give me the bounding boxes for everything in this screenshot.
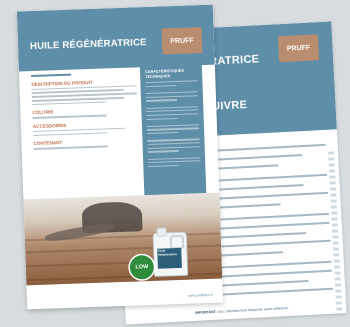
panel-line [145, 91, 198, 95]
floor-plank [23, 257, 223, 269]
bottle-label: Huile Régénératrice [157, 247, 182, 269]
text-line [210, 221, 330, 230]
bottle-cap [156, 227, 167, 237]
footer-text: Lisez attentivement l'étiquette avant ut… [216, 306, 289, 314]
text-line [208, 173, 328, 183]
panel-line [146, 117, 178, 120]
brand-logo: PRUFF [277, 34, 320, 63]
panel-line [147, 145, 200, 149]
panel-heading: CARACTÉRISTIQUES TECHNIQUES [144, 68, 185, 79]
panel-line [147, 150, 179, 153]
panel-line [146, 99, 178, 102]
panel-line [148, 164, 180, 168]
front-page[interactable]: HUILE RÉGÉNÉRATRICE PRUFF DESCRIPTION DU… [16, 4, 224, 310]
product-photo [23, 192, 223, 286]
panel-line [148, 160, 201, 164]
text-line [33, 132, 107, 137]
panel-line [145, 94, 198, 98]
text-line [32, 101, 106, 106]
panel-line [148, 156, 201, 160]
panel-line [146, 109, 199, 113]
brand-logo: PRUFF [161, 27, 203, 55]
section-title: CONTENANT [33, 140, 63, 147]
website-url[interactable]: www.pruffdeco.fr [188, 293, 213, 298]
text-line [212, 251, 284, 257]
panel-line [147, 138, 200, 142]
text-line [210, 212, 330, 222]
panel-line [147, 142, 200, 146]
section-title: COLORIS [32, 109, 54, 116]
text-line [208, 184, 304, 192]
text-line [33, 145, 108, 150]
text-line [32, 114, 107, 119]
text-line [206, 143, 326, 153]
panel-line [146, 124, 199, 128]
text-line [31, 96, 125, 102]
floor-plank [23, 271, 223, 283]
panel-line [146, 105, 199, 109]
text-line [213, 279, 309, 287]
back-footer: IMPORTANT Lisez attentivement l'étiquett… [195, 304, 326, 315]
panel-line [145, 84, 177, 88]
document-stage: TRATRICE SUIVRE PRUFF IMPORTANT Lisez at… [0, 0, 350, 327]
panel-line [147, 132, 179, 135]
panel-line [146, 113, 199, 117]
text-line [207, 154, 303, 162]
text-line [211, 239, 331, 248]
product-bottle: Huile Régénératrice [152, 227, 189, 277]
text-line [212, 260, 332, 269]
footer-label: IMPORTANT [195, 309, 216, 315]
text-line [213, 269, 333, 278]
text-line [209, 191, 329, 201]
divider [31, 73, 72, 77]
front-page-body: DESCRIPTION DU PRODUIT COLORIS ACCESSOIR… [31, 71, 139, 152]
text-line [211, 232, 307, 239]
text-line [209, 203, 282, 210]
text-line [214, 287, 334, 296]
floor-plank [23, 243, 223, 255]
back-page-text [206, 143, 334, 303]
panel-line [147, 127, 200, 131]
